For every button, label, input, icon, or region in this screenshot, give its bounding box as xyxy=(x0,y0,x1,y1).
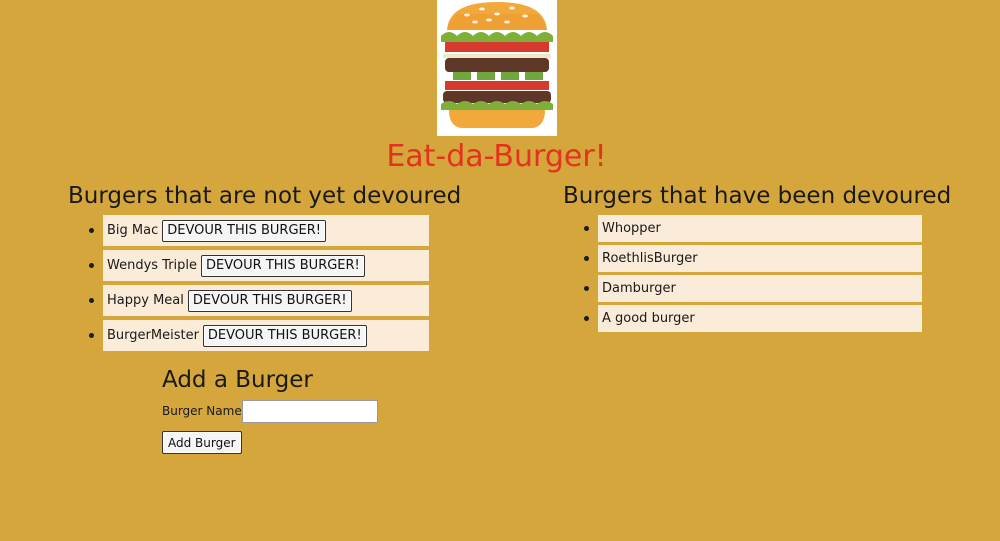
devour-button[interactable]: DEVOUR THIS BURGER! xyxy=(202,324,367,347)
burger-name-label: Burger Name: xyxy=(162,404,246,418)
add-burger-button[interactable]: Add Burger xyxy=(162,431,242,454)
burger-item: Wendys Triple DEVOUR THIS BURGER! xyxy=(89,250,429,281)
burger-item: BurgerMeister DEVOUR THIS BURGER! xyxy=(89,320,429,351)
devoured-item: RoethlisBurger xyxy=(584,245,922,272)
devoured-list: Whopper RoethlisBurger Damburger A good … xyxy=(584,215,922,335)
bullet-icon xyxy=(584,226,589,231)
burger-name-input[interactable] xyxy=(242,400,378,423)
bullet-icon xyxy=(584,316,589,321)
burger-name: Whopper xyxy=(602,221,661,236)
burger-item: Happy Meal DEVOUR THIS BURGER! xyxy=(89,285,429,316)
not-devoured-heading: Burgers that are not yet devoured xyxy=(68,183,462,209)
burger-item: Big Mac DEVOUR THIS BURGER! xyxy=(89,215,429,246)
burger-name: Big Mac xyxy=(107,223,159,238)
bullet-icon xyxy=(89,298,94,303)
devoured-item: A good burger xyxy=(584,305,922,332)
burger-name: Damburger xyxy=(602,281,676,296)
page-title: Eat-da-Burger! xyxy=(386,139,607,174)
devour-button[interactable]: DEVOUR THIS BURGER! xyxy=(162,219,326,242)
not-devoured-list: Big Mac DEVOUR THIS BURGER! Wendys Tripl… xyxy=(89,215,429,355)
devoured-item: Damburger xyxy=(584,275,922,302)
burger-name: A good burger xyxy=(602,311,695,326)
bullet-icon xyxy=(89,333,94,338)
add-burger-heading: Add a Burger xyxy=(162,367,313,393)
burger-name: BurgerMeister xyxy=(107,328,199,343)
devoured-heading: Burgers that have been devoured xyxy=(563,183,952,209)
burger-name: Happy Meal xyxy=(107,293,184,308)
devoured-item: Whopper xyxy=(584,215,922,242)
bullet-icon xyxy=(584,286,589,291)
burger-icon xyxy=(441,2,553,128)
burger-logo xyxy=(437,0,557,136)
bullet-icon xyxy=(89,263,94,268)
bullet-icon xyxy=(89,228,94,233)
burger-name: RoethlisBurger xyxy=(602,251,698,266)
burger-name: Wendys Triple xyxy=(107,258,198,273)
devour-button[interactable]: DEVOUR THIS BURGER! xyxy=(201,254,365,277)
devour-button[interactable]: DEVOUR THIS BURGER! xyxy=(187,289,352,312)
bullet-icon xyxy=(584,256,589,261)
